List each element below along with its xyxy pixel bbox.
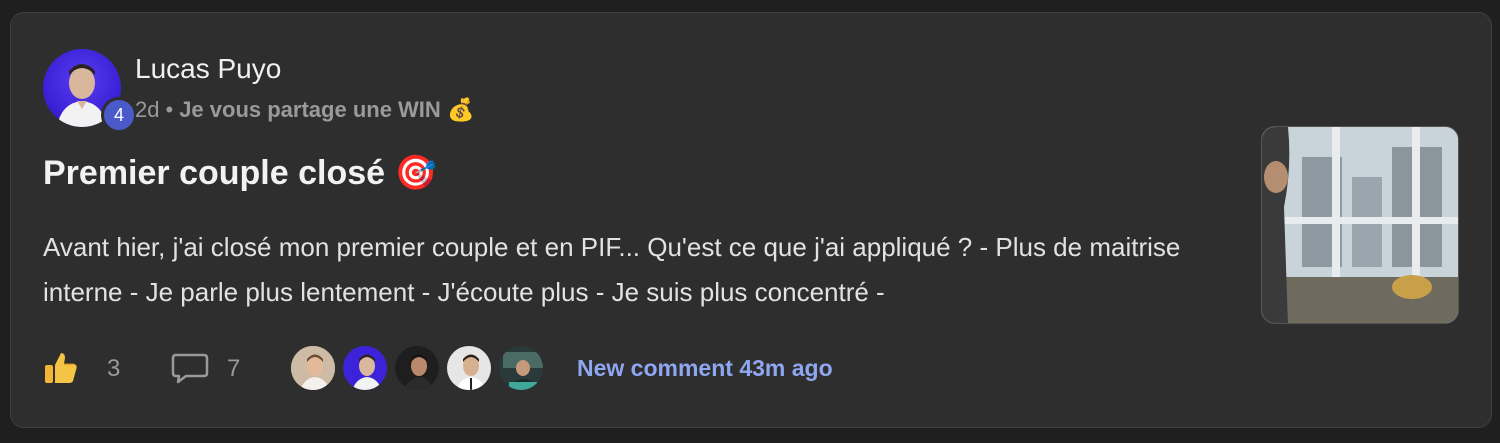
person-icon [499, 346, 543, 390]
post-title[interactable]: Premier couple closé 🎯 [43, 153, 437, 193]
person-icon [395, 346, 439, 390]
meta-separator: • [165, 97, 174, 122]
post-thumbnail[interactable] [1261, 126, 1459, 324]
level-badge: 4 [101, 97, 137, 133]
author-name[interactable]: Lucas Puyo [135, 53, 281, 85]
post-card[interactable]: 4 Lucas Puyo 2d • Je vous partage une WIN … [10, 12, 1492, 428]
comment-button[interactable] [171, 351, 209, 385]
thumbs-up-icon [45, 353, 77, 383]
office-window-photo [1262, 127, 1458, 323]
money-bag-icon: 💰 [446, 98, 475, 123]
post-title-text: Premier couple closé [43, 154, 386, 192]
like-button[interactable] [43, 351, 79, 385]
post-age: 2d [135, 97, 160, 122]
speech-bubble-icon [171, 353, 209, 384]
person-icon [343, 346, 387, 390]
commenter-avatar[interactable] [341, 344, 389, 392]
commenter-avatar[interactable] [393, 344, 441, 392]
person-icon [447, 346, 491, 390]
post-meta: 2d • Je vous partage une WIN 💰 [135, 97, 474, 123]
post-category[interactable]: Je vous partage une WIN [179, 97, 441, 122]
commenter-avatar[interactable] [497, 344, 545, 392]
post-excerpt[interactable]: Avant hier, j'ai closé mon premier coupl… [43, 225, 1223, 315]
commenter-avatar[interactable] [445, 344, 493, 392]
target-icon: 🎯 [394, 153, 437, 193]
commenter-avatar[interactable] [289, 344, 337, 392]
new-comment-link[interactable]: New comment 43m ago [577, 355, 833, 382]
person-icon [291, 346, 335, 390]
post-footer: 3 7 New comment 43m ago [43, 343, 943, 393]
author-avatar-wrap[interactable]: 4 [43, 49, 137, 133]
comment-count: 7 [227, 355, 241, 382]
like-count: 3 [107, 355, 121, 382]
